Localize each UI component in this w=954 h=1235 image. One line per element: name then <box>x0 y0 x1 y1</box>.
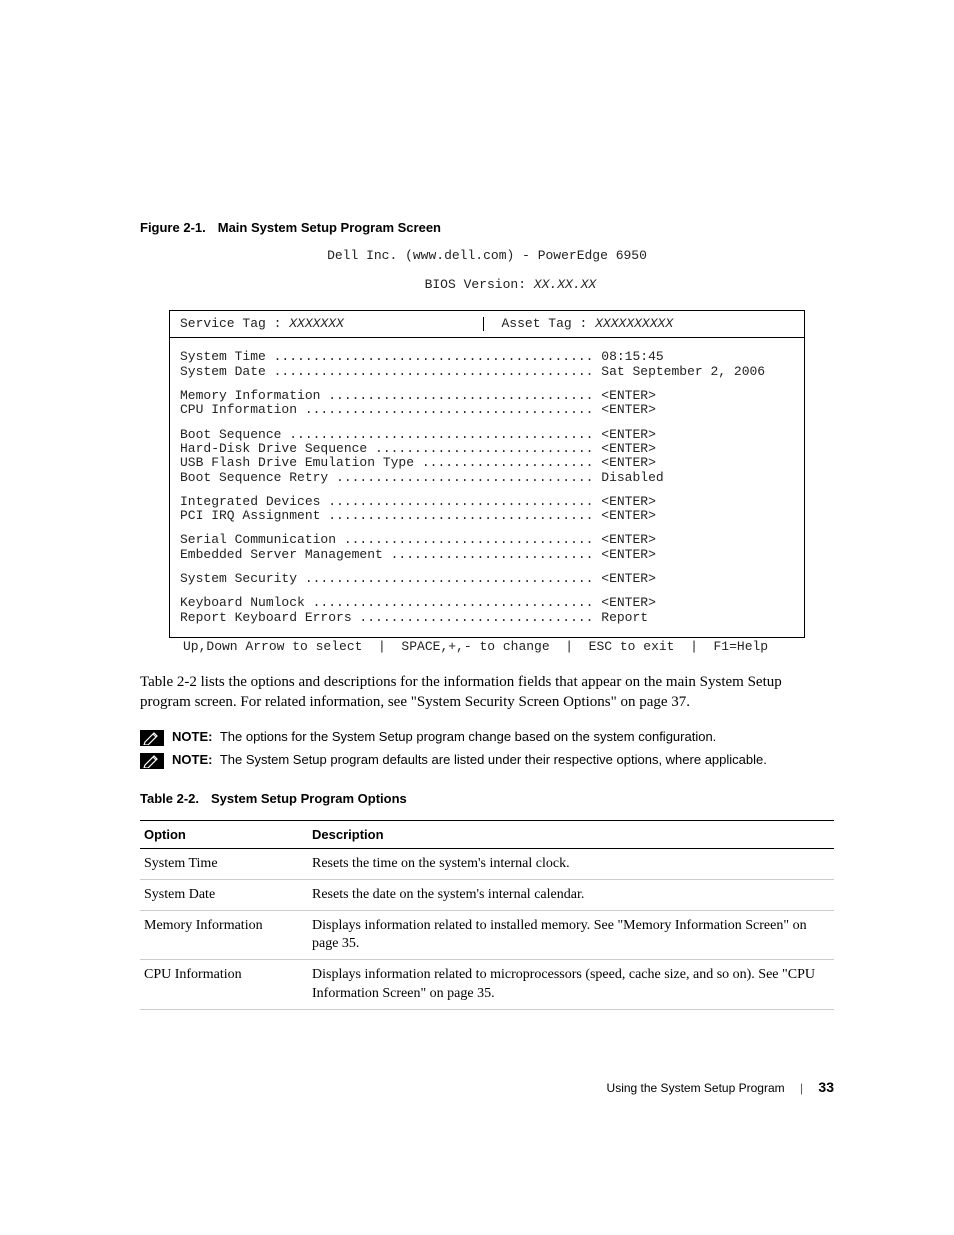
bios-option-line: System Security ........................… <box>180 572 794 586</box>
service-tag: Service Tag : XXXXXXX <box>180 317 473 331</box>
bios-main-panel: System Time ............................… <box>169 338 805 637</box>
bios-option-line: Embedded Server Management .............… <box>180 548 794 562</box>
table-row: System DateResets the date on the system… <box>140 879 834 910</box>
note-text: NOTE: The System Setup program defaults … <box>172 752 767 767</box>
bios-option-line: Memory Information .....................… <box>180 389 794 403</box>
table-cell-option: System Time <box>140 848 308 879</box>
table-header-option: Option <box>140 820 308 848</box>
table-caption: Table 2-2. System Setup Program Options <box>140 791 834 806</box>
page-number: 33 <box>818 1079 834 1095</box>
table-cell-description: Resets the date on the system's internal… <box>308 879 834 910</box>
bios-option-line: Report Keyboard Errors .................… <box>180 611 794 625</box>
asset-tag: Asset Tag : XXXXXXXXXX <box>483 317 795 331</box>
note-text: NOTE: The options for the System Setup p… <box>172 729 716 744</box>
bios-option-line: PCI IRQ Assignment .....................… <box>180 509 794 523</box>
bios-option-line: System Date ............................… <box>180 365 794 379</box>
table-title: System Setup Program Options <box>211 791 407 806</box>
figure-caption: Figure 2-1. Main System Setup Program Scr… <box>140 220 834 235</box>
table-label: Table 2-2. <box>140 791 199 806</box>
body-paragraph: Table 2-2 lists the options and descript… <box>140 672 834 713</box>
bios-option-line: System Time ............................… <box>180 350 794 364</box>
bios-option-line: USB Flash Drive Emulation Type .........… <box>180 456 794 470</box>
table-cell-option: System Date <box>140 879 308 910</box>
bios-option-line: Serial Communication ...................… <box>180 533 794 547</box>
figure-title: Main System Setup Program Screen <box>218 220 441 235</box>
options-table: Option Description System TimeResets the… <box>140 820 834 1010</box>
note-label: NOTE: <box>172 729 212 744</box>
bios-option-line: CPU Information ........................… <box>180 403 794 417</box>
bios-option-line: Boot Sequence Retry ....................… <box>180 471 794 485</box>
footer-separator: | <box>800 1081 803 1095</box>
table-cell-description: Displays information related to micropro… <box>308 960 834 1009</box>
note-row: NOTE: The System Setup program defaults … <box>140 752 834 769</box>
note-body: The options for the System Setup program… <box>216 729 716 744</box>
table-row: Memory InformationDisplays information r… <box>140 911 834 960</box>
note-label: NOTE: <box>172 752 212 767</box>
table-cell-description: Displays information related to installe… <box>308 911 834 960</box>
footer-section: Using the System Setup Program <box>607 1081 785 1095</box>
bios-subheader: BIOS Version: XX.XX.XX <box>169 263 805 306</box>
table-row: CPU InformationDisplays information rela… <box>140 960 834 1009</box>
bios-screen: Dell Inc. (www.dell.com) - PowerEdge 695… <box>169 249 805 654</box>
bios-option-line: Keyboard Numlock .......................… <box>180 596 794 610</box>
note-icon <box>140 730 164 746</box>
table-cell-option: Memory Information <box>140 911 308 960</box>
note-row: NOTE: The options for the System Setup p… <box>140 729 834 746</box>
bios-tag-row: Service Tag : XXXXXXX Asset Tag : XXXXXX… <box>169 310 805 338</box>
bios-header: Dell Inc. (www.dell.com) - PowerEdge 695… <box>169 249 805 263</box>
bios-footer-hints: Up,Down Arrow to select | SPACE,+,- to c… <box>169 640 805 654</box>
table-header-description: Description <box>308 820 834 848</box>
table-cell-option: CPU Information <box>140 960 308 1009</box>
note-body: The System Setup program defaults are li… <box>216 752 766 767</box>
note-icon <box>140 753 164 769</box>
page-footer: Using the System Setup Program | 33 <box>607 1079 834 1095</box>
figure-label: Figure 2-1. <box>140 220 206 235</box>
table-cell-description: Resets the time on the system's internal… <box>308 848 834 879</box>
table-row: System TimeResets the time on the system… <box>140 848 834 879</box>
bios-option-line: Integrated Devices .....................… <box>180 495 794 509</box>
bios-option-line: Boot Sequence ..........................… <box>180 428 794 442</box>
bios-option-line: Hard-Disk Drive Sequence ...............… <box>180 442 794 456</box>
